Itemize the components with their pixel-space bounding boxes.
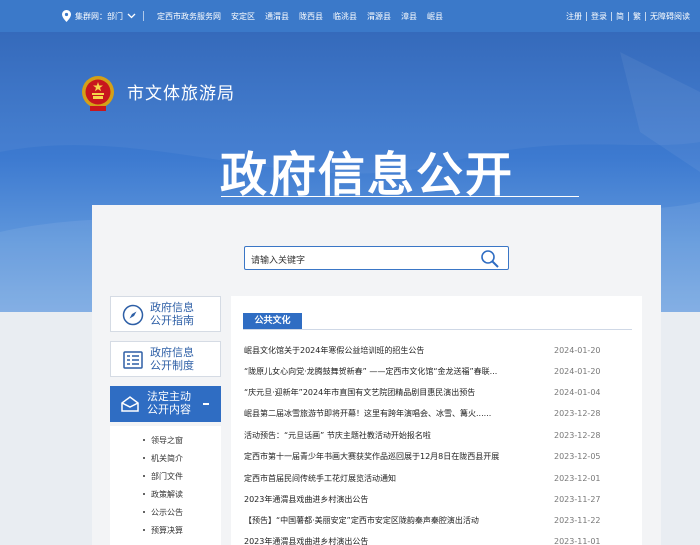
list-item[interactable]: 活动预告：“元旦话画” 节庆主题社教活动开始报名啦 2023-12-28 xyxy=(244,430,634,442)
list-item[interactable]: 岷县第二届冰雪旅游节即将开幕！这里有跨年演唱会、冰雪、篝火...... 2023… xyxy=(244,408,634,420)
account-links: 注册 登录 简 繁 无障碍阅读 xyxy=(562,0,694,32)
news-date: 2023-12-28 xyxy=(554,431,601,440)
news-date: 2023-12-05 xyxy=(554,452,601,461)
location-pin-icon xyxy=(62,10,71,22)
register-link[interactable]: 注册 xyxy=(562,11,586,22)
news-date: 2024-01-04 xyxy=(554,388,601,397)
search-icon[interactable] xyxy=(480,249,500,269)
news-title[interactable]: 活动预告：“元旦话画” 节庆主题社教活动开始报名啦 xyxy=(244,430,431,441)
link-zhang[interactable]: 漳县 xyxy=(396,11,422,22)
list-item[interactable]: 2023年通渭县戏曲进乡村演出公告 2023-11-27 xyxy=(244,494,634,506)
region-links: 定西市政务服务网 安定区 通渭县 陇西县 临洮县 渭源县 漳县 岷县 xyxy=(152,0,448,32)
sub-item-notices[interactable]: 公示公告 xyxy=(143,507,183,518)
link-weiyuan[interactable]: 渭源县 xyxy=(362,11,396,22)
news-title[interactable]: 岷县第二届冰雪旅游节即将开幕！这里有跨年演唱会、冰雪、篝火...... xyxy=(244,408,491,419)
news-date: 2023-11-22 xyxy=(554,516,601,525)
sub-item-intro[interactable]: 机关简介 xyxy=(143,453,183,464)
news-title[interactable]: 定西市第十一届青少年书画大赛获奖作品巡回展于12月8日在陇西县开展 xyxy=(244,451,499,462)
news-title[interactable]: 岷县文化馆关于2024年寒假公益培训班的招生公告 xyxy=(244,345,424,356)
news-panel: 公共文化 岷县文化馆关于2024年寒假公益培训班的招生公告 2024-01-20… xyxy=(231,296,642,545)
location-selector[interactable]: 集群网：部门 xyxy=(62,0,136,32)
search-placeholder: 请输入关键字 xyxy=(251,256,306,266)
news-date: 2023-11-27 xyxy=(554,495,601,504)
news-date: 2024-01-20 xyxy=(554,367,601,376)
accessibility-link[interactable]: 无障碍阅读 xyxy=(646,11,694,22)
collapse-icon[interactable] xyxy=(203,403,209,405)
compass-icon xyxy=(122,304,144,326)
sub-item-policy[interactable]: 政策解读 xyxy=(143,489,183,500)
traditional-link[interactable]: 繁 xyxy=(629,11,645,22)
list-item[interactable]: 定西市首届民间传统手工花灯展览活动通知 2023-12-01 xyxy=(244,473,634,485)
title-underline xyxy=(221,196,579,197)
top-bar: 集群网：部门 定西市政务服务网 安定区 通渭县 陇西县 临洮县 渭源县 漳县 岷… xyxy=(0,0,700,32)
org-name: 市文体旅游局 xyxy=(127,84,235,104)
news-date: 2023-12-01 xyxy=(554,474,601,483)
sub-menu: 领导之窗 机关简介 部门文件 政策解读 公示公告 预算决算 xyxy=(110,426,221,545)
link-min[interactable]: 岷县 xyxy=(422,11,448,22)
sub-item-documents[interactable]: 部门文件 xyxy=(143,471,183,482)
inbox-icon xyxy=(121,396,139,412)
menu-system[interactable]: 政府信息 公开制度 xyxy=(110,341,221,377)
news-title[interactable]: 2023年通渭县戏曲进乡村演出公告 xyxy=(244,536,368,545)
news-date: 2023-12-28 xyxy=(554,409,601,418)
sub-item-budget[interactable]: 预算决算 xyxy=(143,525,183,536)
divider xyxy=(143,11,144,21)
menu-active-label: 法定主动 公开内容 xyxy=(147,390,191,416)
news-title[interactable]: “陇原儿女心向党·龙腾鼓舞贺新春” ——定西市文化馆“金龙送福”春联... xyxy=(244,366,497,377)
link-anding[interactable]: 安定区 xyxy=(226,11,260,22)
news-title[interactable]: 2023年通渭县戏曲进乡村演出公告 xyxy=(244,494,368,505)
national-emblem-icon xyxy=(82,76,114,111)
link-lintao[interactable]: 临洮县 xyxy=(328,11,362,22)
menu-guide-label: 政府信息 公开指南 xyxy=(150,301,194,327)
link-longxi[interactable]: 陇西县 xyxy=(294,11,328,22)
list-item[interactable]: 定西市第十一届青少年书画大赛获奖作品巡回展于12月8日在陇西县开展 2023-1… xyxy=(244,451,634,463)
news-title[interactable]: 【预告】“中国薯都·美丽安定”定西市安定区陇韵秦声秦腔演出活动 xyxy=(244,515,479,526)
news-title[interactable]: 定西市首届民间传统手工花灯展览活动通知 xyxy=(244,473,396,484)
document-list-icon xyxy=(123,351,143,369)
list-item[interactable]: 岷县文化馆关于2024年寒假公益培训班的招生公告 2024-01-20 xyxy=(244,345,634,357)
tab-underline xyxy=(243,329,632,330)
news-date: 2023-11-01 xyxy=(554,537,601,545)
menu-guide[interactable]: 政府信息 公开指南 xyxy=(110,296,221,332)
link-gov-service[interactable]: 定西市政务服务网 xyxy=(152,11,226,22)
chevron-down-icon xyxy=(127,12,136,21)
list-item[interactable]: 【预告】“中国薯都·美丽安定”定西市安定区陇韵秦声秦腔演出活动 2023-11-… xyxy=(244,515,634,527)
news-date: 2024-01-20 xyxy=(554,346,601,355)
link-tongwei[interactable]: 通渭县 xyxy=(260,11,294,22)
list-item[interactable]: 2023年通渭县戏曲进乡村演出公告 2023-11-01 xyxy=(244,536,634,545)
menu-system-label: 政府信息 公开制度 xyxy=(150,346,194,372)
search-input[interactable]: 请输入关键字 xyxy=(244,246,509,270)
menu-active-content[interactable]: 法定主动 公开内容 xyxy=(110,386,221,422)
sub-item-leaders[interactable]: 领导之窗 xyxy=(143,435,183,446)
list-item[interactable]: “陇原儿女心向党·龙腾鼓舞贺新春” ——定西市文化馆“金龙送福”春联... 20… xyxy=(244,366,634,378)
page-title: 政府信息公开 xyxy=(220,148,514,203)
location-label: 集群网：部门 xyxy=(75,11,123,21)
news-title[interactable]: “庆元旦·迎新年”2024年市直国有文艺院团精品剧目惠民演出预告 xyxy=(244,387,475,398)
tab-public-culture[interactable]: 公共文化 xyxy=(243,313,302,330)
simplified-link[interactable]: 简 xyxy=(612,11,628,22)
login-link[interactable]: 登录 xyxy=(587,11,611,22)
list-item[interactable]: “庆元旦·迎新年”2024年市直国有文艺院团精品剧目惠民演出预告 2024-01… xyxy=(244,387,634,399)
